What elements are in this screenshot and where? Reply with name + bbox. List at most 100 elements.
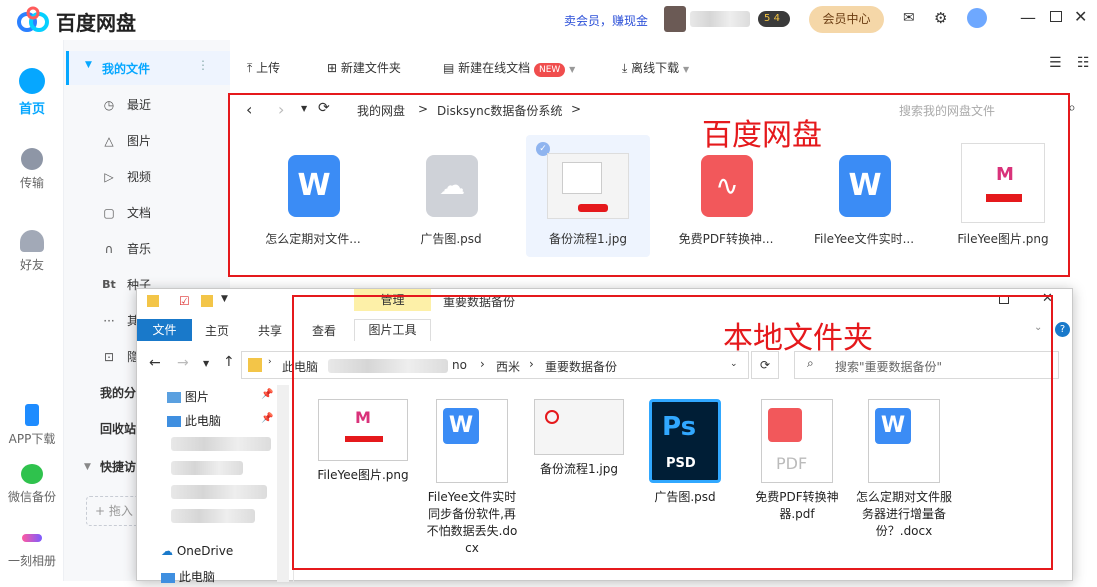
local-file[interactable]: PDF 免费PDF转换神器.pdf xyxy=(749,399,845,523)
breadcrumb-root[interactable]: 我的网盘 xyxy=(357,102,405,119)
offline-download-button[interactable]: ⤓ 离线下载 ▼ xyxy=(622,58,689,78)
blurred-tree-item[interactable] xyxy=(171,485,267,499)
ribbon-manage-tab[interactable]: 管理 xyxy=(354,289,431,311)
folder-icon xyxy=(147,295,159,307)
forward-arrow-icon[interactable]: → xyxy=(177,355,189,371)
new-folder-button[interactable]: ⊞ 新建文件夹 xyxy=(327,58,401,78)
gear-icon[interactable]: ⚙ xyxy=(934,9,947,27)
pdf-file-icon: ∿ xyxy=(701,155,753,217)
annotation-label-cloud: 百度网盘 xyxy=(702,118,822,153)
image-icon: △ xyxy=(104,134,114,148)
nav-item-recent[interactable]: ◷ 最近 xyxy=(64,90,230,120)
minimize-icon[interactable]: — xyxy=(952,289,965,304)
breadcrumb-current[interactable]: Disksync数据备份系统 xyxy=(437,102,562,119)
close-icon[interactable]: ✕ xyxy=(1042,291,1053,306)
tab-picture-tools[interactable]: 图片工具 xyxy=(354,319,431,341)
quick-access-dropdown-icon[interactable]: ▼ xyxy=(221,294,228,304)
local-file[interactable]: M FileYee图片.png xyxy=(315,399,411,484)
friends-icon xyxy=(20,230,44,252)
tab-home[interactable]: 主页 xyxy=(205,322,229,339)
rail-transfer[interactable]: 传输 xyxy=(0,148,64,191)
upload-button[interactable]: ⤒ 上传 xyxy=(247,58,280,78)
image-thumbnail xyxy=(547,153,629,219)
blurred-tree-item[interactable] xyxy=(171,437,271,451)
pin-icon[interactable]: 📌 xyxy=(261,413,273,424)
pin-icon[interactable]: 📌 xyxy=(261,389,273,400)
search-icon[interactable]: ⌕ xyxy=(1068,100,1076,116)
tree-item-this-pc[interactable]: 此电脑 xyxy=(167,411,221,431)
username-blurred xyxy=(690,11,750,27)
rail-app-download[interactable]: APP下载 xyxy=(0,404,64,447)
cloud-file[interactable]: W 怎么定期对文件... xyxy=(251,135,375,257)
tree-item-onedrive[interactable]: ☁ OneDrive xyxy=(161,541,233,561)
address-bar[interactable]: › 此电脑 no › 西米 › 重要数据备份 ⌄ xyxy=(241,351,749,379)
maximize-icon[interactable] xyxy=(1050,11,1062,22)
tab-file[interactable]: 文件 xyxy=(137,319,192,341)
nav-item-video[interactable]: ▷ 视频 xyxy=(64,162,230,192)
vip-diamond-icon[interactable] xyxy=(967,8,987,28)
chevron-down-icon[interactable]: ▼ xyxy=(569,65,575,74)
rail-friends[interactable]: 好友 xyxy=(0,230,64,273)
history-dropdown-icon[interactable]: ▼ xyxy=(301,104,307,113)
blurred-tree-item[interactable] xyxy=(171,461,243,475)
cloud-file[interactable]: M FileYee图片.png xyxy=(941,135,1065,257)
tab-view[interactable]: 查看 xyxy=(312,322,336,339)
tree-item-this-pc-2[interactable]: 此电脑 xyxy=(161,567,215,587)
more-vertical-icon[interactable]: ⋮ xyxy=(197,58,209,72)
maximize-icon[interactable] xyxy=(999,295,1009,304)
photoshop-file-icon: Ps PSD xyxy=(649,399,721,483)
nav-item-images[interactable]: △ 图片 xyxy=(64,126,230,156)
forward-icon[interactable]: › xyxy=(278,100,284,119)
transfer-icon xyxy=(21,148,43,170)
rail-wechat-backup[interactable]: 微信备份 xyxy=(0,464,64,505)
address-dropdown-icon[interactable]: ⌄ xyxy=(730,359,738,369)
local-file[interactable]: W 怎么定期对文件服务器进行增量备份？.docx xyxy=(856,399,952,540)
rail-moment-album[interactable]: 一刻相册 xyxy=(0,526,64,569)
up-arrow-icon[interactable]: ↑ xyxy=(223,354,235,370)
blurred-tree-item[interactable] xyxy=(171,509,255,523)
image-thumbnail: M xyxy=(318,399,408,461)
pictures-folder-icon xyxy=(167,392,181,403)
recent-locations-icon[interactable]: ▼ xyxy=(203,359,209,368)
vip-promo-link[interactable]: 卖会员，赚现金 xyxy=(564,12,648,29)
search-input[interactable]: 搜索我的网盘文件 xyxy=(899,102,995,119)
chevron-down-icon[interactable]: ▼ xyxy=(683,65,689,74)
nav-item-docs[interactable]: ▢ 文档 xyxy=(64,198,230,228)
local-file[interactable]: W FileYee文件实时同步备份软件,再不怕数据丢失.docx xyxy=(424,399,520,557)
cloud-file[interactable]: ☁ 广告图.psd xyxy=(389,135,513,257)
app-title: 百度网盘 xyxy=(56,11,136,35)
avatar[interactable] xyxy=(664,6,686,32)
tree-scrollbar[interactable] xyxy=(277,385,289,582)
nav-my-files[interactable]: ▼ 我的文件 ⋮ xyxy=(66,51,230,85)
close-icon[interactable]: ✕ xyxy=(1074,7,1087,26)
cloud-file-selected[interactable]: ✓ 备份流程1.jpg xyxy=(526,135,650,257)
minimize-icon[interactable]: — xyxy=(1020,8,1036,27)
rail-home[interactable]: 首页 xyxy=(0,68,64,117)
nav-item-music[interactable]: ∩ 音乐 xyxy=(64,234,230,264)
headphones-icon: ∩ xyxy=(104,242,114,256)
refresh-icon[interactable]: ⟳ xyxy=(318,100,330,116)
new-online-doc-button[interactable]: ▤ 新建在线文档 NEW ▼ xyxy=(443,58,575,78)
monitor-icon xyxy=(167,416,181,427)
properties-icon[interactable]: ☑ xyxy=(179,294,190,308)
tree-item-pictures[interactable]: 图片 xyxy=(167,387,209,407)
sort-icon[interactable]: ☰ xyxy=(1049,55,1062,71)
new-folder-icon[interactable] xyxy=(201,295,213,307)
mail-icon[interactable]: ✉ xyxy=(903,10,915,26)
back-arrow-icon[interactable]: ← xyxy=(149,355,161,371)
folder-plus-icon: ⊞ xyxy=(327,61,338,75)
ribbon-expand-icon[interactable]: ⌄ xyxy=(1034,322,1042,333)
play-icon: ▷ xyxy=(104,170,114,184)
bt-icon: Bt xyxy=(102,278,116,291)
word-file-icon: W xyxy=(839,155,891,217)
local-file[interactable]: Ps PSD 广告图.psd xyxy=(637,399,733,506)
pdf-doc-icon: PDF xyxy=(761,399,833,483)
local-file[interactable]: 备份流程1.jpg xyxy=(531,399,627,478)
back-icon[interactable]: ‹ xyxy=(246,100,252,119)
list-view-icon[interactable]: ☷ xyxy=(1077,55,1090,71)
image-thumbnail xyxy=(534,399,624,455)
tab-share[interactable]: 共享 xyxy=(258,322,282,339)
help-icon[interactable]: ? xyxy=(1055,322,1070,337)
member-center-button[interactable]: 会员中心 xyxy=(809,6,884,33)
upload-icon: ⤒ xyxy=(247,61,253,75)
